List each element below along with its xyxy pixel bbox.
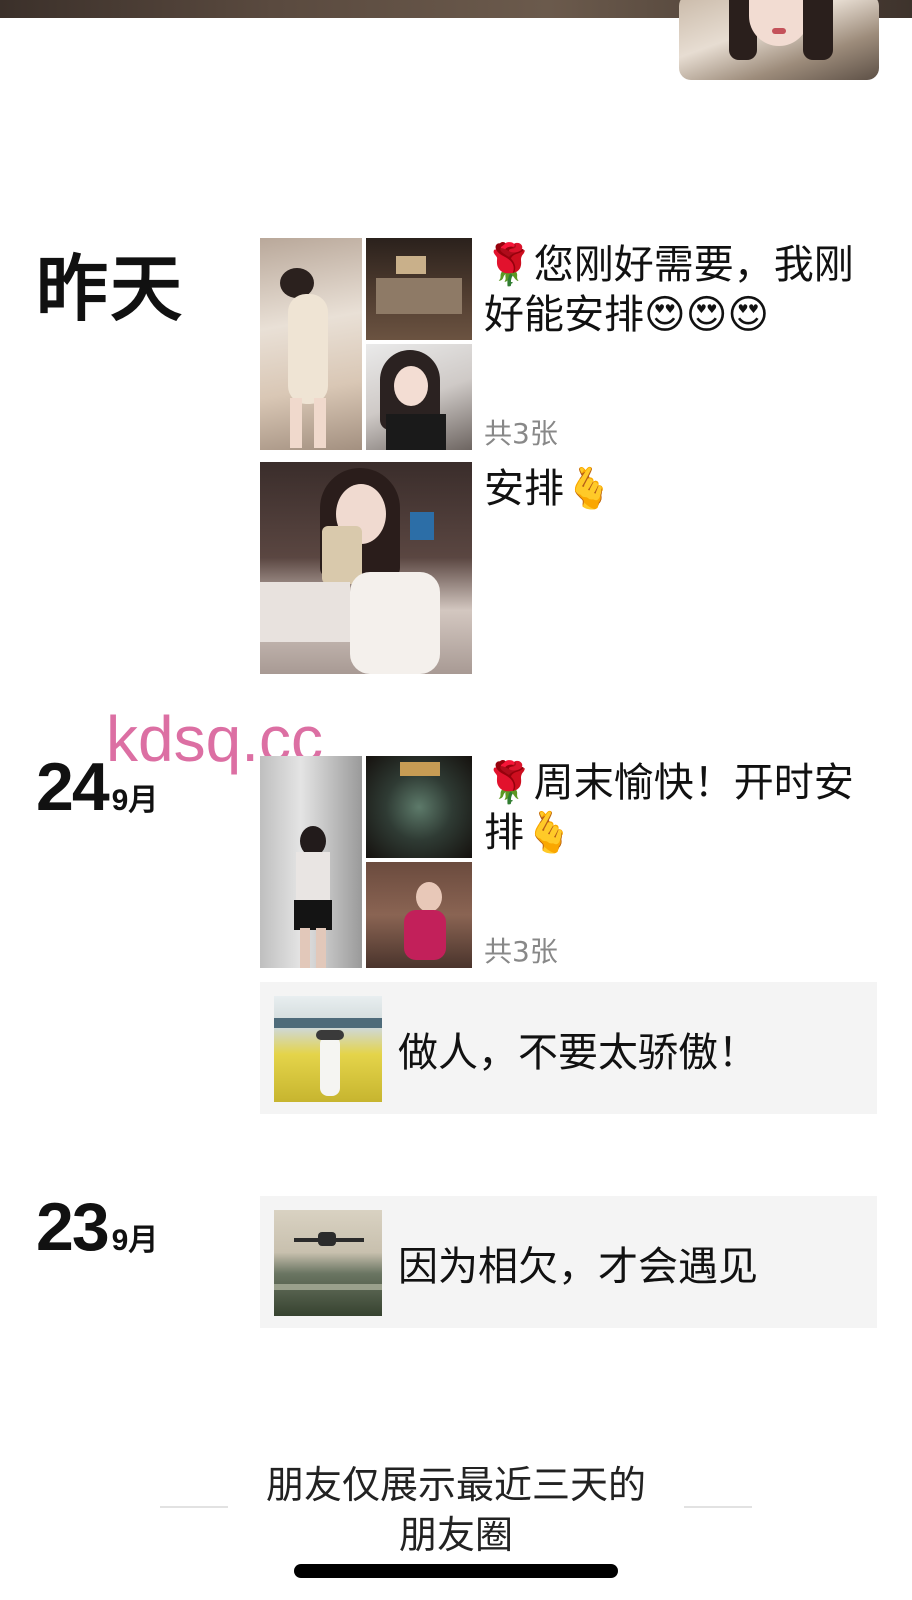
shared-link-card[interactable]: 因为相欠，才会遇见 (260, 1196, 877, 1328)
post-photo[interactable] (260, 756, 362, 968)
post-photo[interactable] (366, 862, 472, 968)
post-photo[interactable] (366, 238, 472, 340)
visibility-notice-line1: 朋友仅展示最近三天的 (265, 1463, 646, 1507)
post-caption[interactable]: 🌹周末愉快！开时安排🫰 (484, 758, 884, 858)
post-caption[interactable]: 安排🫰 (484, 464, 884, 514)
shared-link-thumbnail (274, 1210, 382, 1316)
date-yesterday: 昨天 (36, 250, 185, 330)
visibility-notice-line2: 朋友圈 (398, 1513, 513, 1557)
home-indicator[interactable] (294, 1564, 618, 1578)
avatar-lips (772, 28, 786, 34)
post-photo[interactable] (366, 756, 472, 858)
post-photo[interactable] (260, 238, 362, 450)
shared-link-title: 做人，不要太骄傲！ (398, 1030, 758, 1076)
date-day: 23 (36, 1189, 110, 1265)
shared-link-title: 因为相欠，才会遇见 (398, 1244, 758, 1290)
shared-link-card[interactable]: 做人，不要太骄傲！ (260, 982, 877, 1114)
date-month: 9月 (111, 784, 159, 817)
photo-count: 共3张 (484, 417, 558, 450)
date-day: 24 (36, 749, 110, 825)
avatar-hair (803, 0, 833, 60)
profile-avatar[interactable] (679, 0, 879, 80)
date-23-sep: 23 9月 (36, 1188, 158, 1266)
date-24-sep: 24 9月 (36, 748, 158, 826)
avatar-face (749, 0, 809, 46)
photo-count: 共3张 (484, 935, 558, 968)
date-month: 9月 (111, 1224, 159, 1257)
post-photo[interactable] (366, 344, 472, 450)
visibility-notice: 朋友仅展示最近三天的 朋友圈 (200, 1460, 712, 1560)
shared-link-thumbnail (274, 996, 382, 1102)
post-photo[interactable] (260, 462, 472, 674)
post-caption[interactable]: 🌹您刚好需要，我刚好能安排😍😍😍 (484, 240, 884, 340)
